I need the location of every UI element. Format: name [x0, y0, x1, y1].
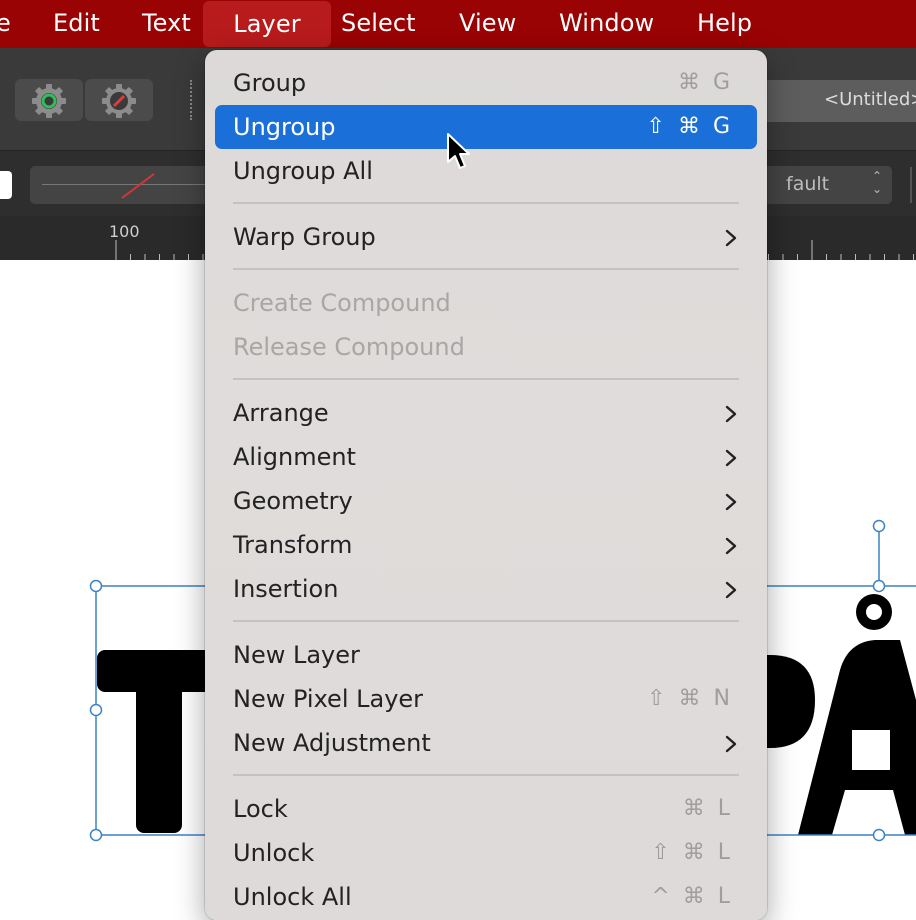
menu-item-geometry[interactable]: Geometry: [215, 479, 757, 523]
menu-view[interactable]: View: [459, 0, 516, 48]
shortcut-new-pixel-layer: ⇧ ⌘ N: [647, 677, 733, 721]
menu-separator: [233, 620, 739, 622]
updown-chevron-icon: ⌃⌄: [872, 170, 882, 196]
shortcut-ungroup: ⇧ ⌘ G: [647, 105, 733, 149]
chevron-right-icon: [725, 581, 737, 599]
menu-window[interactable]: Window: [559, 0, 654, 48]
chevron-right-icon: [725, 449, 737, 467]
document-title: <Untitled>: [824, 89, 916, 110]
menu-help[interactable]: Help: [697, 0, 752, 48]
toolbar-divider: [910, 167, 912, 203]
mouse-pointer-icon: [446, 132, 472, 172]
menu-separator: [233, 378, 739, 380]
chevron-right-icon: [725, 229, 737, 247]
letters-right-shape: [767, 594, 916, 835]
shortcut-unlock: ⇧ ⌘ L: [651, 831, 733, 875]
menu-item-ungroup[interactable]: Ungroup ⇧ ⌘ G: [215, 105, 757, 149]
menu-separator: [233, 268, 739, 270]
shortcut-group: ⌘ G: [678, 61, 733, 105]
chevron-right-icon: [725, 537, 737, 555]
menu-select[interactable]: Select: [341, 0, 416, 48]
menu-bar: e Edit Text Layer Select View Window Hel…: [0, 0, 916, 48]
chevron-right-icon: [725, 735, 737, 753]
menu-item-release-compound[interactable]: Release Compound: [215, 325, 757, 369]
stroke-field[interactable]: [30, 166, 220, 204]
menu-item-new-adjustment[interactable]: New Adjustment: [215, 721, 757, 765]
menu-edit[interactable]: Edit: [53, 0, 100, 48]
menu-item-arrange[interactable]: Arrange: [215, 391, 757, 435]
style-dropdown-value: fault: [786, 173, 829, 195]
menu-item-group[interactable]: Group ⌘ G: [215, 61, 757, 105]
menu-item-alignment[interactable]: Alignment: [215, 435, 757, 479]
chevron-right-icon: [725, 405, 737, 423]
selection-bracket-icon: [190, 80, 206, 120]
menu-item-lock[interactable]: Lock ⌘ L: [215, 787, 757, 831]
fill-swatch[interactable]: [0, 171, 12, 199]
document-title-field[interactable]: <Untitled>: [760, 80, 916, 122]
menu-item-warp-group[interactable]: Warp Group: [215, 215, 757, 259]
shortcut-lock: ⌘ L: [683, 787, 733, 831]
no-stroke-icon: [118, 170, 158, 202]
menu-layer[interactable]: Layer: [203, 1, 331, 47]
menu-file-partial[interactable]: e: [0, 0, 11, 48]
menu-text[interactable]: Text: [142, 0, 191, 48]
menu-separator: [233, 774, 739, 776]
letter-t-shape: [97, 650, 212, 833]
layer-menu: Group ⌘ G Ungroup ⇧ ⌘ G Ungroup All Warp…: [205, 50, 767, 920]
menu-item-new-pixel-layer[interactable]: New Pixel Layer ⇧ ⌘ N: [215, 677, 757, 721]
menu-item-transform[interactable]: Transform: [215, 523, 757, 567]
menu-item-ungroup-all[interactable]: Ungroup All: [215, 149, 757, 193]
menu-item-unlock[interactable]: Unlock ⇧ ⌘ L: [215, 831, 757, 875]
menu-item-new-layer[interactable]: New Layer: [215, 633, 757, 677]
gear-red-icon: [101, 83, 137, 119]
menu-item-insertion[interactable]: Insertion: [215, 567, 757, 611]
menu-separator: [233, 202, 739, 204]
style-dropdown[interactable]: fault ⌃⌄: [756, 166, 892, 204]
gear-green-icon: [31, 83, 67, 119]
menu-item-create-compound[interactable]: Create Compound: [215, 281, 757, 325]
menu-item-unlock-all[interactable]: Unlock All ^ ⌘ L: [215, 875, 757, 919]
chevron-right-icon: [725, 493, 737, 511]
assistant-settings-button[interactable]: [85, 79, 153, 121]
shortcut-unlock-all: ^ ⌘ L: [651, 875, 733, 919]
snapping-settings-button[interactable]: [15, 79, 83, 121]
